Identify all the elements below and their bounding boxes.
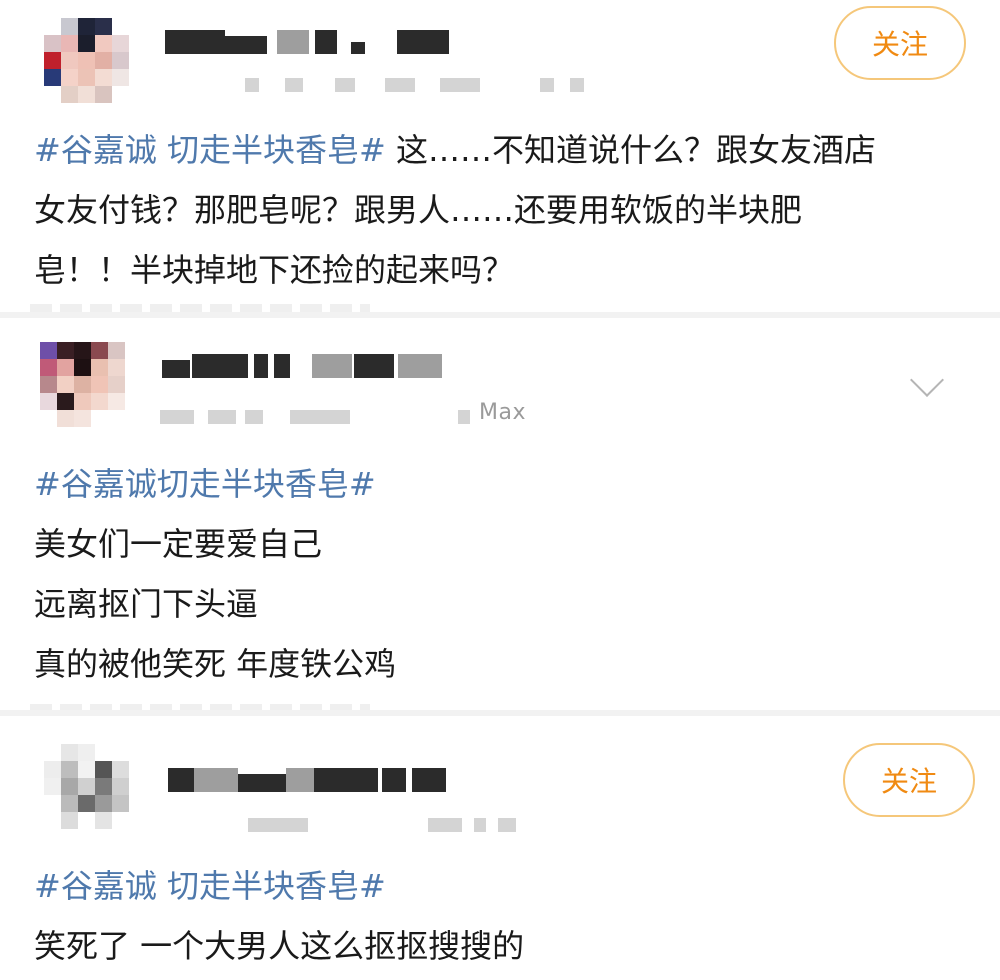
post-content: #谷嘉诚 切走半块香皂# 这……不知道说什么？跟女友酒店 女友付钱？那肥皂呢？跟… bbox=[34, 120, 876, 300]
post-meta-redacted bbox=[245, 78, 585, 92]
post-text-line: 美女们一定要爱自己 bbox=[34, 525, 323, 563]
post-card: 关注 #谷嘉诚 切走半块香皂# 这……不知道说什么？跟女友酒店 女友付钱？那肥皂… bbox=[0, 0, 1000, 312]
cropped-text-remnant bbox=[30, 304, 370, 312]
post-text-line: 女友付钱？那肥皂呢？跟男人……还要用软饭的半块肥 bbox=[34, 191, 803, 229]
post-text-line: 这……不知道说什么？跟女友酒店 bbox=[385, 131, 876, 169]
username-redacted[interactable] bbox=[162, 354, 442, 378]
device-source: Max bbox=[479, 400, 526, 425]
username-redacted[interactable] bbox=[168, 768, 448, 792]
username-redacted[interactable] bbox=[165, 30, 450, 54]
post-content: #谷嘉诚切走半块香皂# 美女们一定要爱自己 远离抠门下头逼 真的被他笑死 年度铁… bbox=[34, 454, 396, 694]
avatar[interactable] bbox=[44, 18, 130, 104]
hashtag-link[interactable]: #谷嘉诚 切走半块香皂# bbox=[34, 856, 524, 916]
post-card: 关注 #谷嘉诚 切走半块香皂# 笑死了 一个大男人这么抠抠搜搜的 bbox=[0, 716, 1000, 980]
post-meta-redacted bbox=[248, 818, 518, 832]
avatar[interactable] bbox=[44, 744, 130, 830]
chevron-down-icon[interactable] bbox=[910, 363, 944, 397]
post-card: Max #谷嘉诚切走半块香皂# 美女们一定要爱自己 远离抠门下头逼 真的被他笑死… bbox=[0, 318, 1000, 712]
post-meta-redacted bbox=[160, 410, 470, 424]
post-content: #谷嘉诚 切走半块香皂# 笑死了 一个大男人这么抠抠搜搜的 bbox=[34, 856, 524, 976]
follow-button[interactable]: 关注 bbox=[834, 6, 966, 80]
post-text-line: 远离抠门下头逼 bbox=[34, 585, 259, 623]
follow-button-label: 关注 bbox=[880, 765, 937, 798]
post-text-line: 真的被他笑死 年度铁公鸡 bbox=[34, 645, 397, 683]
follow-button[interactable]: 关注 bbox=[843, 743, 975, 817]
post-text-line: 笑死了 一个大男人这么抠抠搜搜的 bbox=[34, 927, 525, 965]
post-text-line: 皂！！半块掉地下还捡的起来吗？ bbox=[34, 251, 515, 289]
follow-button-label: 关注 bbox=[871, 28, 928, 61]
avatar[interactable] bbox=[40, 342, 126, 428]
hashtag-link[interactable]: #谷嘉诚切走半块香皂# bbox=[34, 454, 396, 514]
hashtag-link[interactable]: #谷嘉诚 切走半块香皂# bbox=[34, 131, 386, 169]
